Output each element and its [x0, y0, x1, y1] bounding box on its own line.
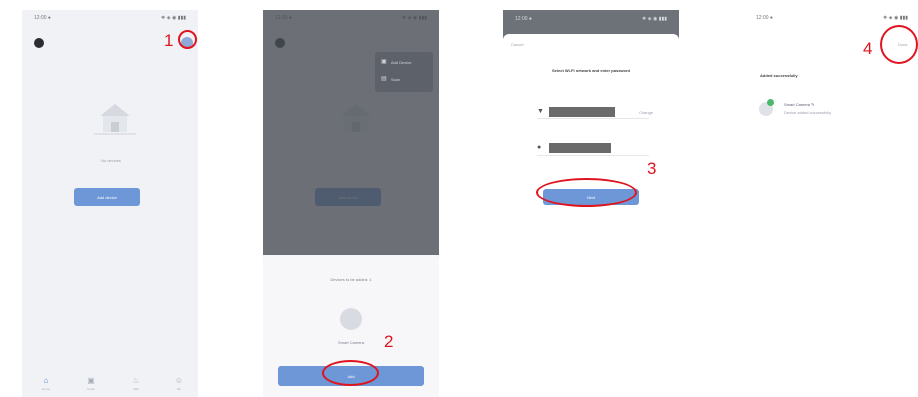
step-4-highlight — [880, 25, 918, 64]
nav-mall-label: Mall — [133, 387, 139, 391]
camera-device-icon[interactable] — [340, 308, 362, 330]
home-screen: 12:00 ● ❖ ◈ ◉ ▮▮▮ No devices Add device … — [22, 10, 198, 397]
divider — [537, 118, 649, 119]
menu-add-device[interactable]: Add Device — [391, 60, 411, 65]
step-1-highlight — [178, 30, 197, 49]
nav-me-label: Me — [176, 387, 182, 391]
wifi-ssid-field[interactable] — [549, 107, 615, 117]
divider — [537, 155, 649, 156]
wifi-sheet: Cancel Select Wi-Fi network and enter pa… — [503, 34, 679, 397]
popup-menu: ▣ Add Device ▤ Scan — [375, 52, 433, 92]
nav-smart-label: Smart — [86, 387, 95, 391]
empty-state-text: No devices — [101, 158, 121, 163]
status-time: 12:00 ● — [515, 16, 532, 22]
nav-smart-icon[interactable]: ▣ — [84, 376, 98, 385]
success-screen: 12:00 ● ❖ ◈ ◉ ▮▮▮ Done Added successfull… — [744, 10, 918, 397]
status-time: 12:00 ● — [756, 15, 773, 21]
device-label: Smart Camera — [337, 340, 364, 345]
step-2-label: 2 — [384, 332, 394, 351]
wifi-password-field[interactable] — [549, 143, 611, 153]
status-bar: 12:00 ● ❖ ◈ ◉ ▮▮▮ — [22, 10, 198, 26]
tuya-logo-icon — [34, 38, 44, 48]
sheet-title: Devices to be added: 1 — [330, 277, 372, 282]
nav-mall-icon[interactable]: ♨ — [129, 376, 143, 385]
device-name[interactable]: Smart Camera ✎ — [784, 102, 814, 107]
nav-home-label: Home — [41, 387, 50, 391]
menu-add-device-icon: ▣ — [381, 59, 387, 65]
device-status: Device added successfully — [784, 110, 832, 115]
change-link[interactable]: Change — [639, 110, 653, 115]
menu-scan[interactable]: Scan — [391, 77, 400, 82]
wifi-title: Select Wi-Fi network and enter password — [552, 68, 630, 73]
add-device-button[interactable]: Add device — [74, 188, 140, 206]
add-device-screen: 12:00 ● ❖ ◈ ◉ ▮▮▮ Add device ▣ Add Devic… — [263, 10, 439, 397]
status-bar: 12:00 ● ❖ ◈ ◉ ▮▮▮ — [744, 10, 918, 26]
status-icons: ❖ ◈ ◉ ▮▮▮ — [160, 15, 186, 21]
check-badge-icon — [767, 99, 774, 106]
dim-overlay — [263, 10, 439, 255]
menu-scan-icon: ▤ — [381, 76, 387, 82]
status-time: 12:00 ● — [34, 15, 51, 21]
house-illustration-icon — [94, 104, 136, 135]
status-icons: ❖ ◈ ◉ ▮▮▮ — [641, 16, 667, 22]
nav-home-icon[interactable]: ⌂ — [39, 376, 53, 385]
success-title: Added successfully — [760, 73, 798, 78]
step-3-highlight — [536, 178, 637, 207]
cancel-link[interactable]: Cancel — [511, 42, 523, 47]
step-3-label: 3 — [647, 159, 657, 178]
status-icons: ❖ ◈ ◉ ▮▮▮ — [882, 15, 908, 21]
lock-icon: ● — [537, 144, 542, 151]
step-2-highlight — [322, 360, 379, 386]
step-1-label: 1 — [164, 31, 174, 50]
step-4-label: 4 — [863, 39, 873, 58]
wifi-icon: ▼ — [537, 108, 544, 115]
nav-me-icon[interactable]: ☺ — [172, 376, 186, 385]
